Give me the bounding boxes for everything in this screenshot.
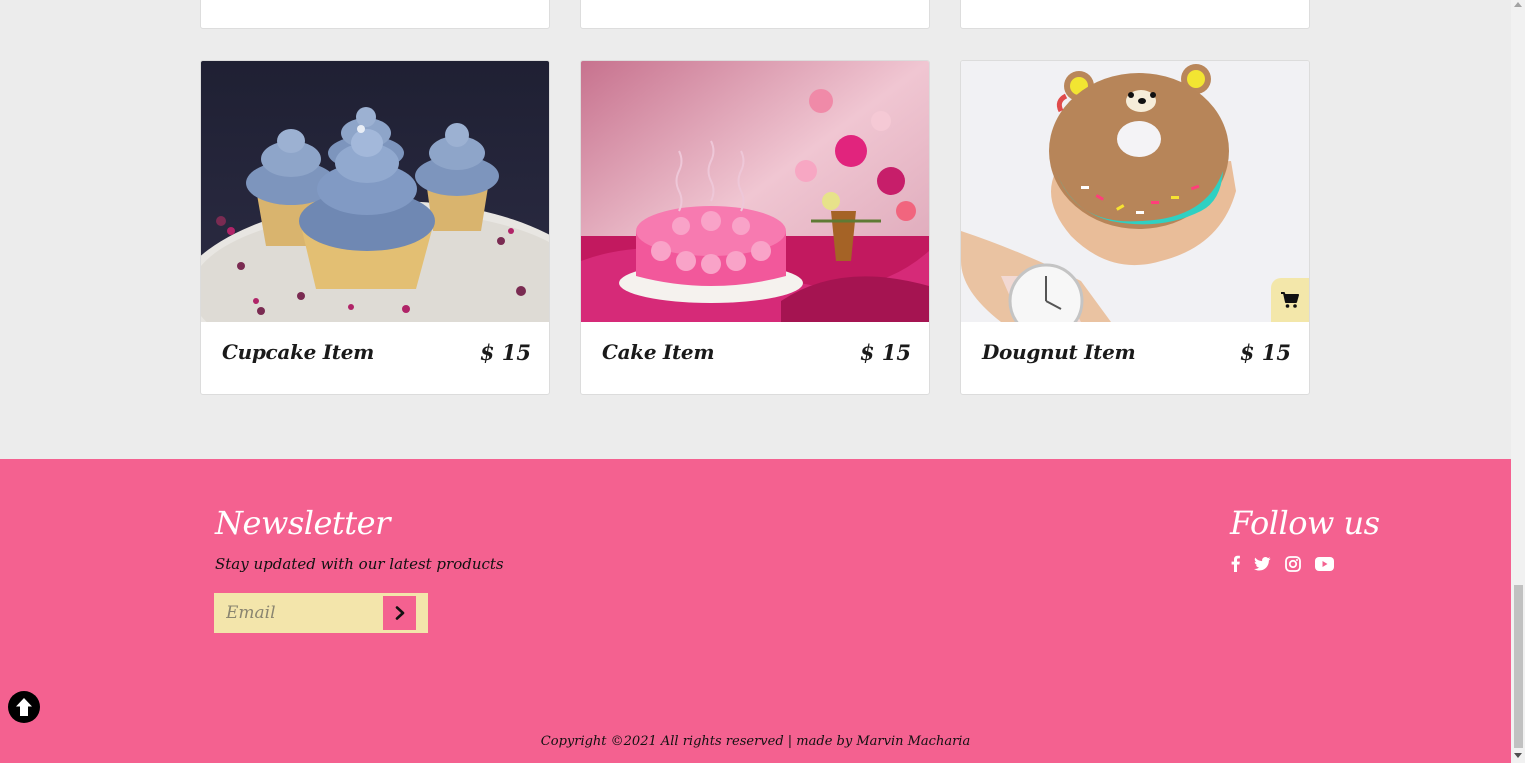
cake-photo xyxy=(581,61,929,322)
doughnut-photo xyxy=(961,61,1309,322)
product-price: $ 15 xyxy=(1239,340,1291,365)
chevron-right-icon xyxy=(395,606,404,620)
back-to-top-button[interactable] xyxy=(8,691,40,723)
product-card-cupcake[interactable]: Cupcake Item $ 15 xyxy=(200,60,550,395)
social-links xyxy=(1231,555,1334,572)
product-card-partial[interactable] xyxy=(200,0,550,29)
footer: Newsletter Stay updated with our latest … xyxy=(0,459,1511,763)
product-card-doughnut[interactable]: Dougnut Item $ 15 xyxy=(960,60,1310,395)
email-input[interactable] xyxy=(214,593,374,633)
youtube-icon[interactable] xyxy=(1315,556,1334,571)
facebook-icon[interactable] xyxy=(1231,555,1240,572)
twitter-icon[interactable] xyxy=(1254,556,1271,571)
scroll-down-arrow-icon[interactable] xyxy=(1514,753,1522,758)
scroll-up-arrow-icon[interactable] xyxy=(1514,2,1522,7)
follow-us-title: Follow us xyxy=(1230,504,1380,542)
cupcake-photo xyxy=(201,61,549,322)
instagram-icon[interactable] xyxy=(1285,555,1301,572)
newsletter-form xyxy=(214,593,428,633)
product-name: Cupcake Item xyxy=(222,340,375,364)
product-price: $ 15 xyxy=(859,340,911,365)
newsletter-title: Newsletter xyxy=(215,504,390,542)
product-name: Cake Item xyxy=(602,340,715,364)
scrollbar-thumb[interactable] xyxy=(1514,585,1523,748)
copyright-text: Copyright ©2021 All rights reserved | ma… xyxy=(540,734,971,749)
product-card-partial[interactable] xyxy=(580,0,930,29)
product-name: Dougnut Item xyxy=(982,340,1136,364)
newsletter-subtitle: Stay updated with our latest products xyxy=(215,555,504,573)
product-price: $ 15 xyxy=(479,340,531,365)
newsletter-submit-button[interactable] xyxy=(383,596,416,630)
page: Cupcake Item $ 15 Cake Item $ 15 Dougnut… xyxy=(0,0,1511,763)
page-scrollbar[interactable] xyxy=(1511,0,1525,763)
add-to-cart-button[interactable] xyxy=(1271,278,1309,322)
cart-icon xyxy=(1281,291,1299,308)
product-card-partial[interactable] xyxy=(960,0,1310,29)
arrow-up-circle-icon xyxy=(8,691,40,723)
product-card-cake[interactable]: Cake Item $ 15 xyxy=(580,60,930,395)
